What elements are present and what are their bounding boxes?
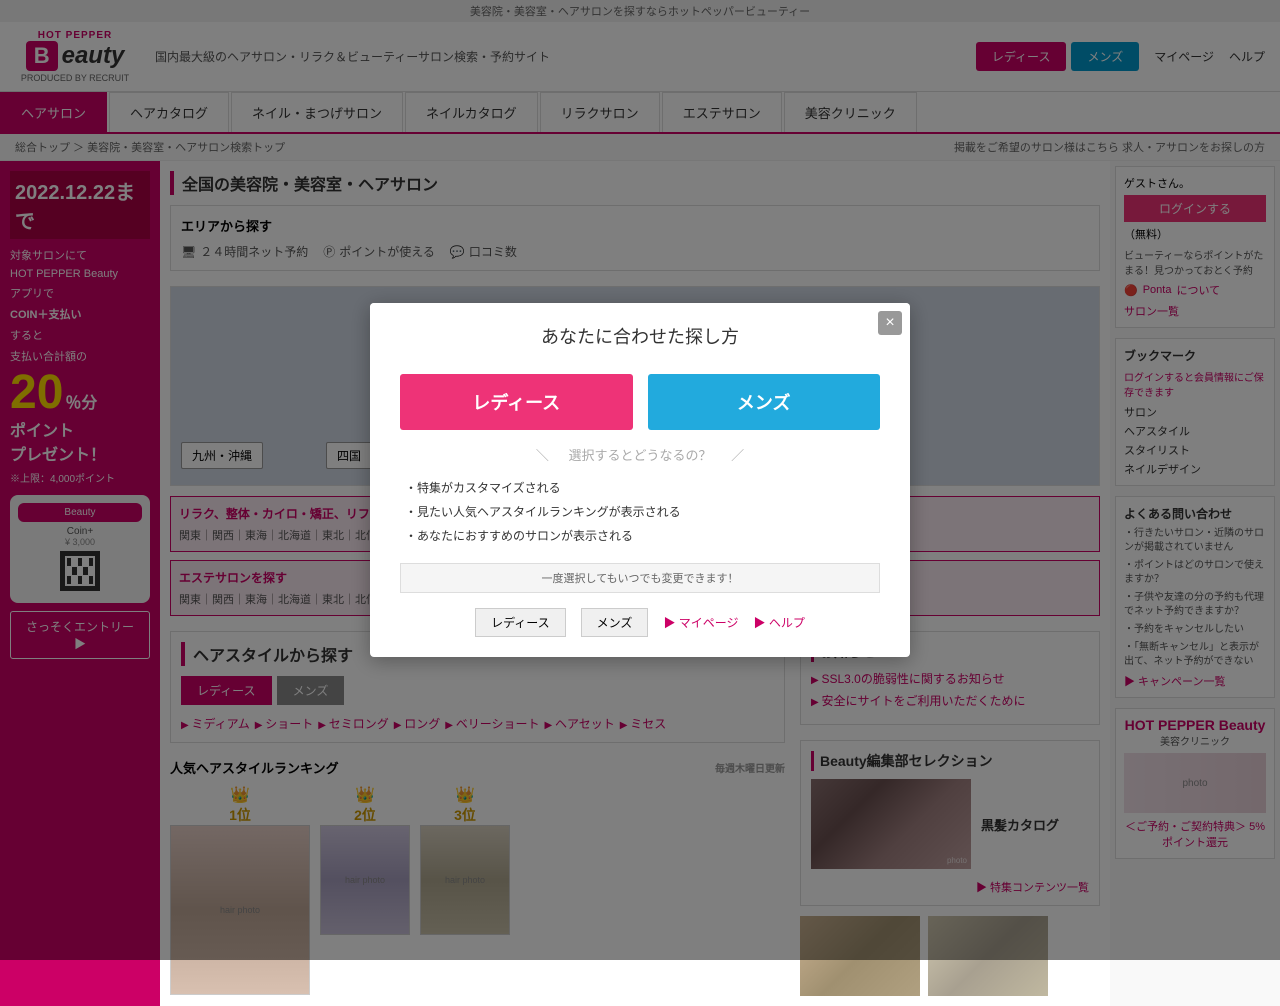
modal-mens-button[interactable]: メンズ [648, 374, 881, 430]
modal-benefit-1: 特集がカスタマイズされる [400, 476, 880, 500]
modal-benefit-2: 見たい人気ヘアスタイルランキングが表示される [400, 500, 880, 524]
modal-benefit-3: あなたにおすすめのサロンが表示される [400, 524, 880, 548]
modal-selection-label: 選択するとどうなるの？ [568, 448, 711, 463]
modal: × あなたに合わせた探し方 レディース メンズ ＼ 選択するとどうなるの？ ／ … [370, 303, 910, 657]
modal-footer-mens[interactable]: メンズ [581, 608, 649, 637]
modal-close-button[interactable]: × [878, 311, 902, 335]
modal-footer-ladies[interactable]: レディース [475, 608, 566, 637]
modal-footer-mypage[interactable]: ▶ マイページ [663, 614, 738, 631]
modal-title: あなたに合わせた探し方 [390, 323, 890, 349]
modal-body: レディース メンズ ＼ 選択するとどうなるの？ ／ 特集がカスタマイズされる 見… [370, 359, 910, 657]
modal-selection-text: ＼ 選択するとどうなるの？ ／ [400, 445, 880, 464]
modal-benefits: 特集がカスタマイズされる 見たい人気ヘアスタイルランキングが表示される あなたに… [400, 476, 880, 548]
modal-overlay[interactable]: × あなたに合わせた探し方 レディース メンズ ＼ 選択するとどうなるの？ ／ … [0, 0, 1280, 960]
modal-change-note: 一度選択してもいつでも変更できます！ [400, 563, 880, 593]
modal-selection-right-deco: ／ [731, 448, 744, 463]
modal-ladies-button[interactable]: レディース [400, 374, 633, 430]
modal-gender-buttons: レディース メンズ [400, 374, 880, 430]
modal-footer: レディース メンズ ▶ マイページ ▶ ヘルプ [400, 603, 880, 637]
modal-header: あなたに合わせた探し方 [370, 303, 910, 359]
modal-selection-left-deco: ＼ [536, 448, 549, 463]
modal-footer-help[interactable]: ▶ ヘルプ [754, 614, 805, 631]
